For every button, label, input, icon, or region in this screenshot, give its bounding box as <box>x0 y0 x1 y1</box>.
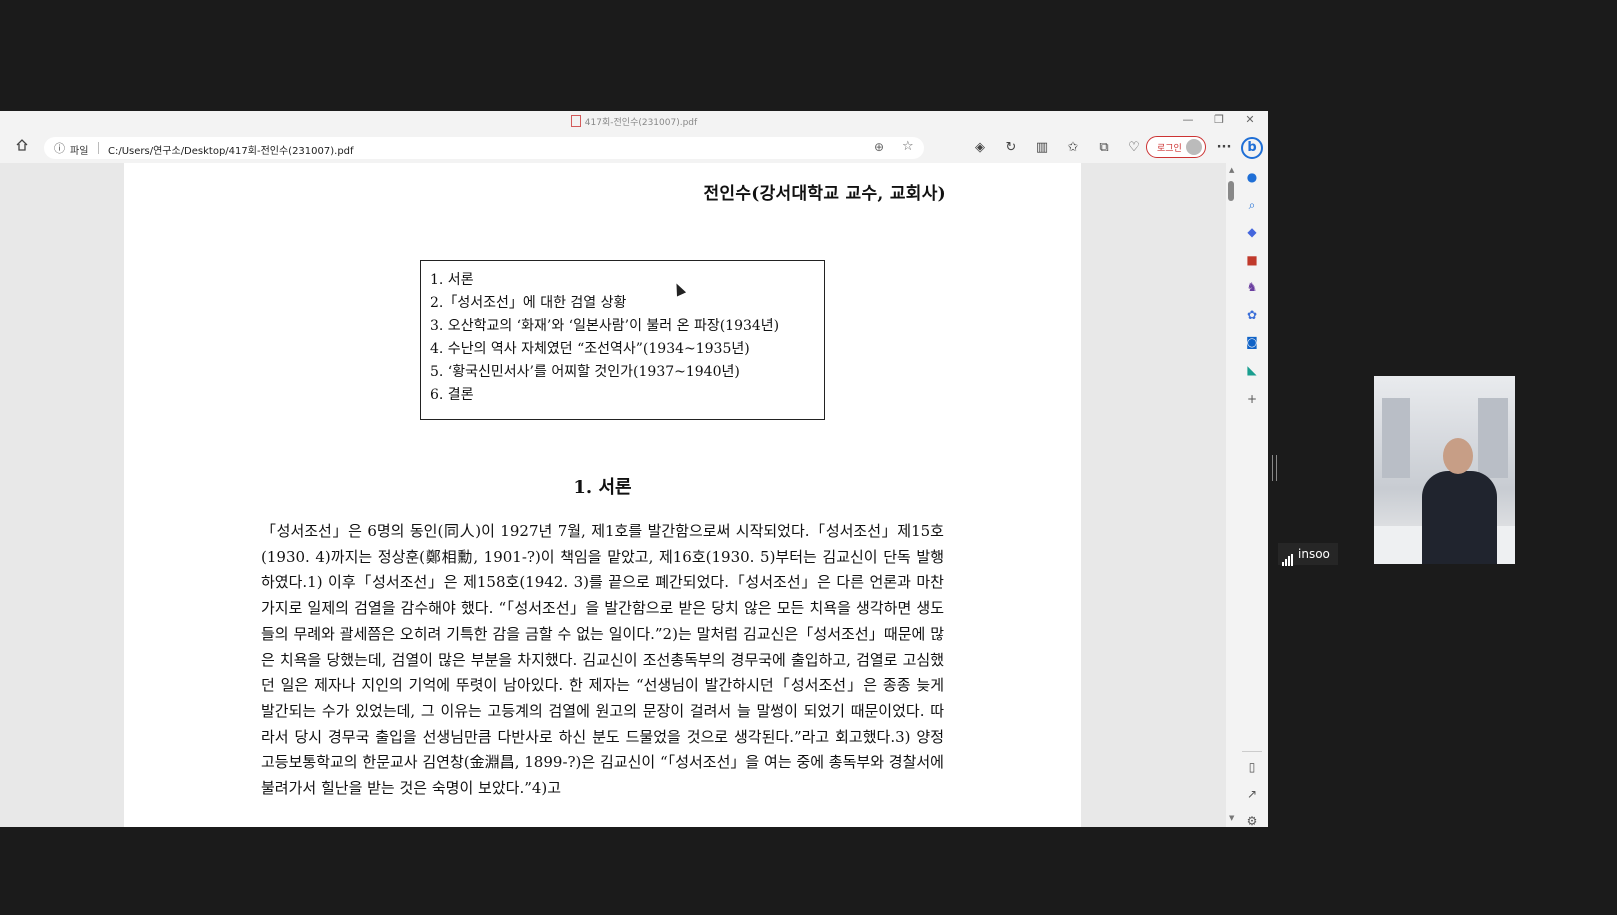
restore-button[interactable]: ❐ <box>1207 113 1231 126</box>
outlook-icon[interactable]: ◙ <box>1244 334 1260 350</box>
scrollbar[interactable] <box>1226 163 1236 827</box>
participant-body <box>1422 471 1497 564</box>
table-of-contents: 1. 서론 2.「성서조선」에 대한 검열 상황 3. 오산학교의 ‘화재’와 … <box>420 260 825 420</box>
window-title-text: 417회-전인수(231007).pdf <box>584 118 698 128</box>
settings-icon[interactable]: ⚙ <box>1244 813 1260 827</box>
participant-video[interactable] <box>1374 376 1515 564</box>
scroll-down-icon[interactable]: ▼ <box>1229 814 1234 822</box>
copilot-icon[interactable]: ✿ <box>1244 307 1260 323</box>
chess-icon[interactable]: ♞ <box>1244 279 1260 295</box>
login-label: 로그인 <box>1157 144 1182 154</box>
panel-icon[interactable]: ▯ <box>1244 759 1260 775</box>
scrollbar-thumb[interactable] <box>1228 181 1234 201</box>
section-heading: 1. 서론 <box>573 477 632 498</box>
bell-icon[interactable]: ● <box>1244 169 1260 185</box>
browser-window: 417회-전인수(231007).pdf — ❐ ✕ ⓘ 파일 C:/Users… <box>0 111 1268 827</box>
browser-essentials-icon[interactable]: ♡ <box>1124 138 1144 158</box>
home-icon-glyph <box>16 139 28 151</box>
background-shelf <box>1382 398 1410 478</box>
scroll-up-icon[interactable]: ▲ <box>1229 166 1234 174</box>
participant-head <box>1443 438 1473 474</box>
refresh-icon[interactable]: ↻ <box>1001 138 1021 158</box>
toc-item: 3. 오산학교의 ‘화재’와 ‘일본사람’이 불러 온 파장(1934년) <box>430 318 780 334</box>
search-icon[interactable]: ⌕ <box>1244 197 1260 213</box>
toc-item: 4. 수난의 역사 자체였던 “조선역사”(1934~1935년) <box>430 341 750 357</box>
author-line: 전인수(강서대학교 교수, 교회사) <box>703 184 946 204</box>
cart-icon[interactable]: ◣ <box>1244 362 1260 378</box>
address-file-label: 파일 <box>70 146 89 157</box>
favorites-icon[interactable]: ✩ <box>1063 138 1083 158</box>
toc-item: 6. 결론 <box>430 387 474 403</box>
toc-item: 2.「성서조선」에 대한 검열 상황 <box>430 295 627 311</box>
collections-icon[interactable]: ⧉ <box>1094 138 1114 158</box>
signal-strength-icon <box>1282 544 1294 566</box>
home-icon[interactable] <box>12 138 32 158</box>
toc-item: 5. ‘황국신민서사’를 어찌할 것인가(1937~1940년) <box>430 364 740 380</box>
window-title: 417회-전인수(231007).pdf <box>0 115 1268 128</box>
participant-name: insoo <box>1298 547 1330 561</box>
tag-icon[interactable]: ◆ <box>1244 224 1260 240</box>
toolbox-icon[interactable]: ■ <box>1244 252 1260 268</box>
toc-item: 1. 서론 <box>430 272 474 288</box>
zoom-icon[interactable]: ⊕ <box>874 140 884 154</box>
address-url[interactable]: C:/Users/연구소/Desktop/417회-전인수(231007).pd… <box>108 142 354 157</box>
participant-name-badge: insoo <box>1278 543 1338 566</box>
pdf-page: 전인수(강서대학교 교수, 교회사) 1. 서론 2.「성서조선」에 대한 검열… <box>124 163 1081 827</box>
title-bar: 417회-전인수(231007).pdf — ❐ ✕ <box>0 111 1268 133</box>
close-button[interactable]: ✕ <box>1238 113 1262 126</box>
extension-icon[interactable]: ◈ <box>970 138 990 158</box>
body-paragraph: 「성서조선」은 6명의 동인(同人)이 1927년 7월, 제1호를 발간함으로… <box>261 522 944 798</box>
browser-toolbar: ⓘ 파일 C:/Users/연구소/Desktop/417회-전인수(23100… <box>0 133 1268 163</box>
info-icon[interactable]: ⓘ <box>54 140 65 156</box>
pdf-file-icon <box>570 115 581 127</box>
panel-drag-handle[interactable] <box>1272 455 1277 481</box>
edge-sidebar: ● ⌕ ◆ ■ ♞ ✿ ◙ ◣ + ▯ ↗ ⚙ <box>1236 163 1268 827</box>
minimize-button[interactable]: — <box>1176 113 1200 126</box>
sidebar-divider <box>1242 751 1262 752</box>
bing-copilot-button[interactable]: b <box>1241 137 1263 159</box>
background-shelf <box>1478 398 1508 478</box>
avatar <box>1186 139 1202 155</box>
login-button[interactable]: 로그인 <box>1146 136 1206 158</box>
split-screen-icon[interactable]: ▥ <box>1032 138 1052 158</box>
address-separator <box>98 142 99 154</box>
pdf-viewer[interactable]: 전인수(강서대학교 교수, 교회사) 1. 서론 2.「성서조선」에 대한 검열… <box>0 163 1230 827</box>
external-link-icon[interactable]: ↗ <box>1244 786 1260 802</box>
address-bar[interactable]: ⓘ 파일 C:/Users/연구소/Desktop/417회-전인수(23100… <box>44 137 924 159</box>
add-icon[interactable]: + <box>1244 391 1260 407</box>
more-menu-icon[interactable]: ··· <box>1214 138 1234 158</box>
favorite-star-icon[interactable]: ☆ <box>902 139 914 154</box>
